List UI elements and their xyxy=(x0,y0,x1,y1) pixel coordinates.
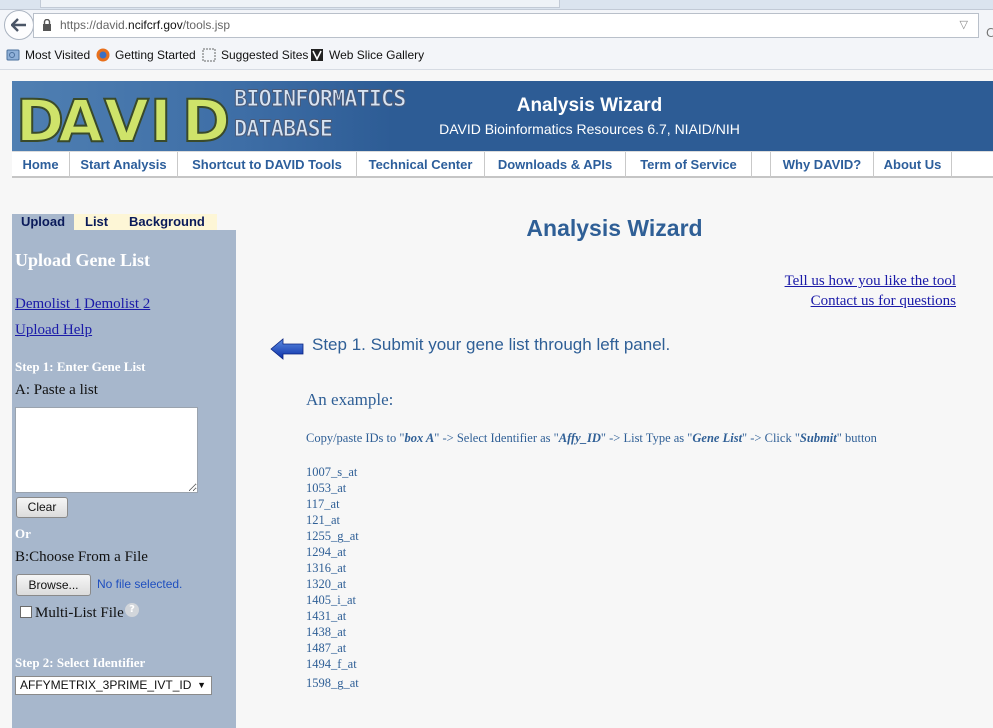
back-button[interactable] xyxy=(4,10,34,40)
url-dropdown-icon[interactable]: ▽ xyxy=(960,18,968,31)
example-id: 1316_at xyxy=(306,561,347,575)
contact-link[interactable]: Contact us for questions xyxy=(811,293,956,310)
demolist-1-link[interactable]: Demolist 1 xyxy=(15,296,81,313)
multi-list-label: Multi-List File xyxy=(35,605,124,621)
menu-start-analysis[interactable]: Start Analysis xyxy=(70,152,178,178)
logo-letter: V xyxy=(103,86,150,151)
menu-shortcut-tools[interactable]: Shortcut to DAVID Tools xyxy=(178,152,357,178)
step1-heading: Step 1: Enter Gene List xyxy=(15,359,146,374)
example-id: 117_at xyxy=(306,497,340,511)
lock-icon xyxy=(43,19,51,31)
paste-label: A: Paste a list xyxy=(15,382,98,398)
example-id: 1438_at xyxy=(306,625,347,639)
help-icon[interactable]: ? xyxy=(125,603,139,617)
url-text: https://david.ncifcrf.gov/tools.jsp xyxy=(60,18,231,32)
example-id: 1320_at xyxy=(306,577,347,591)
step2-heading: Step 2: Select Identifier xyxy=(15,655,146,670)
tab-list[interactable]: List xyxy=(85,214,108,230)
example-id: 1255_g_at xyxy=(306,529,359,543)
bookmark-folder-icon xyxy=(6,49,20,61)
example-id-list: 1007_s_at 1053_at 117_at 121_at 1255_g_a… xyxy=(306,464,359,691)
menu-why-david[interactable]: Why DAVID? xyxy=(770,152,874,178)
bookmark-most-visited[interactable]: Most Visited xyxy=(6,48,90,62)
file-status: No file selected. xyxy=(97,577,183,591)
example-id: 1294_at xyxy=(306,545,347,559)
web-page: D A V I D BIOINFORMATICS DATABASE Analys… xyxy=(0,71,993,728)
tab-background[interactable]: Background xyxy=(129,214,205,230)
browse-button[interactable]: Browse... xyxy=(16,574,91,596)
bookmark-getting-started[interactable]: Getting Started xyxy=(96,48,196,62)
demolist-2-link[interactable]: Demolist 2 xyxy=(84,296,150,313)
multi-list-checkbox[interactable] xyxy=(20,606,32,618)
example-id: 1405_i_at xyxy=(306,593,356,607)
bookmark-suggested-sites[interactable]: Suggested Sites xyxy=(202,48,308,62)
logo-letter: D xyxy=(15,86,65,151)
menu-term-of-service[interactable]: Term of Service xyxy=(626,152,752,178)
banner-subtitle: DAVID Bioinformatics Resources 6.7, NIAI… xyxy=(439,121,740,137)
site-banner: D A V I D BIOINFORMATICS DATABASE Analys… xyxy=(12,81,993,151)
feedback-link[interactable]: Tell us how you like the tool xyxy=(785,273,956,290)
back-arrow-icon xyxy=(11,18,26,32)
example-id: 1487_at xyxy=(306,641,347,655)
bookmark-web-slice-gallery[interactable]: Web Slice Gallery xyxy=(310,48,424,62)
logo-letter: D xyxy=(181,86,231,151)
banner-title: Analysis Wizard xyxy=(516,95,663,116)
reload-icon[interactable]: C xyxy=(986,26,993,40)
url-bar[interactable]: https://david.ncifcrf.gov/tools.jsp ▽ xyxy=(33,13,979,38)
browser-tab-strip xyxy=(0,0,993,10)
firefox-icon xyxy=(96,48,110,62)
tab-upload[interactable]: Upload xyxy=(12,214,74,230)
example-id: 1053_at xyxy=(306,481,347,495)
example-instructions: Copy/paste IDs to "box A" -> Select Iden… xyxy=(306,431,877,445)
example-id: 121_at xyxy=(306,513,341,527)
panel-title: Upload Gene List xyxy=(15,250,151,270)
identifier-select[interactable]: AFFYMETRIX_3PRIME_IVT_ID ▼ xyxy=(15,676,212,695)
dropdown-arrow-icon: ▼ xyxy=(197,680,206,690)
upload-panel: Upload List Background Upload Gene List … xyxy=(12,214,236,728)
david-logo[interactable]: D A V I D BIOINFORMATICS DATABASE xyxy=(12,81,407,151)
web-slice-icon xyxy=(311,49,323,61)
identifier-value: AFFYMETRIX_3PRIME_IVT_ID xyxy=(20,678,192,692)
upload-help-link[interactable]: Upload Help xyxy=(15,322,92,339)
bookmarks-bar: Most Visited Getting Started Suggested S… xyxy=(0,42,993,70)
file-label: B:Choose From a File xyxy=(15,549,148,565)
example-id: 1431_at xyxy=(306,609,347,623)
clear-button[interactable]: Clear xyxy=(16,497,68,518)
left-arrow-icon xyxy=(270,338,304,360)
menu-home[interactable]: Home xyxy=(12,152,70,178)
main-menu: Home Start Analysis Shortcut to DAVID To… xyxy=(12,151,993,178)
menu-about-us[interactable]: About Us xyxy=(874,152,952,178)
step1-instruction: Step 1. Submit your gene list through le… xyxy=(312,335,671,354)
gene-list-textarea[interactable] xyxy=(15,407,198,493)
example-id: 1494_f_at xyxy=(306,657,357,671)
logo-letter: A xyxy=(57,86,104,151)
logo-bioinformatics: BIOINFORMATICS xyxy=(233,87,406,113)
panel-tabs: Upload List Background xyxy=(12,214,217,230)
browser-tab[interactable] xyxy=(40,0,560,8)
example-heading: An example: xyxy=(306,390,394,409)
example-id: 1007_s_at xyxy=(306,465,358,479)
logo-database: DATABASE xyxy=(234,117,334,143)
example-id: 1598_g_at xyxy=(306,676,359,690)
menu-technical-center[interactable]: Technical Center xyxy=(357,152,485,178)
page-title: Analysis Wizard xyxy=(526,215,703,241)
page-icon xyxy=(202,48,216,62)
browser-navbar: https://david.ncifcrf.gov/tools.jsp ▽ C xyxy=(0,10,993,42)
menu-downloads-apis[interactable]: Downloads & APIs xyxy=(485,152,626,178)
logo-letter: I xyxy=(149,86,173,151)
or-label: Or xyxy=(15,526,31,541)
